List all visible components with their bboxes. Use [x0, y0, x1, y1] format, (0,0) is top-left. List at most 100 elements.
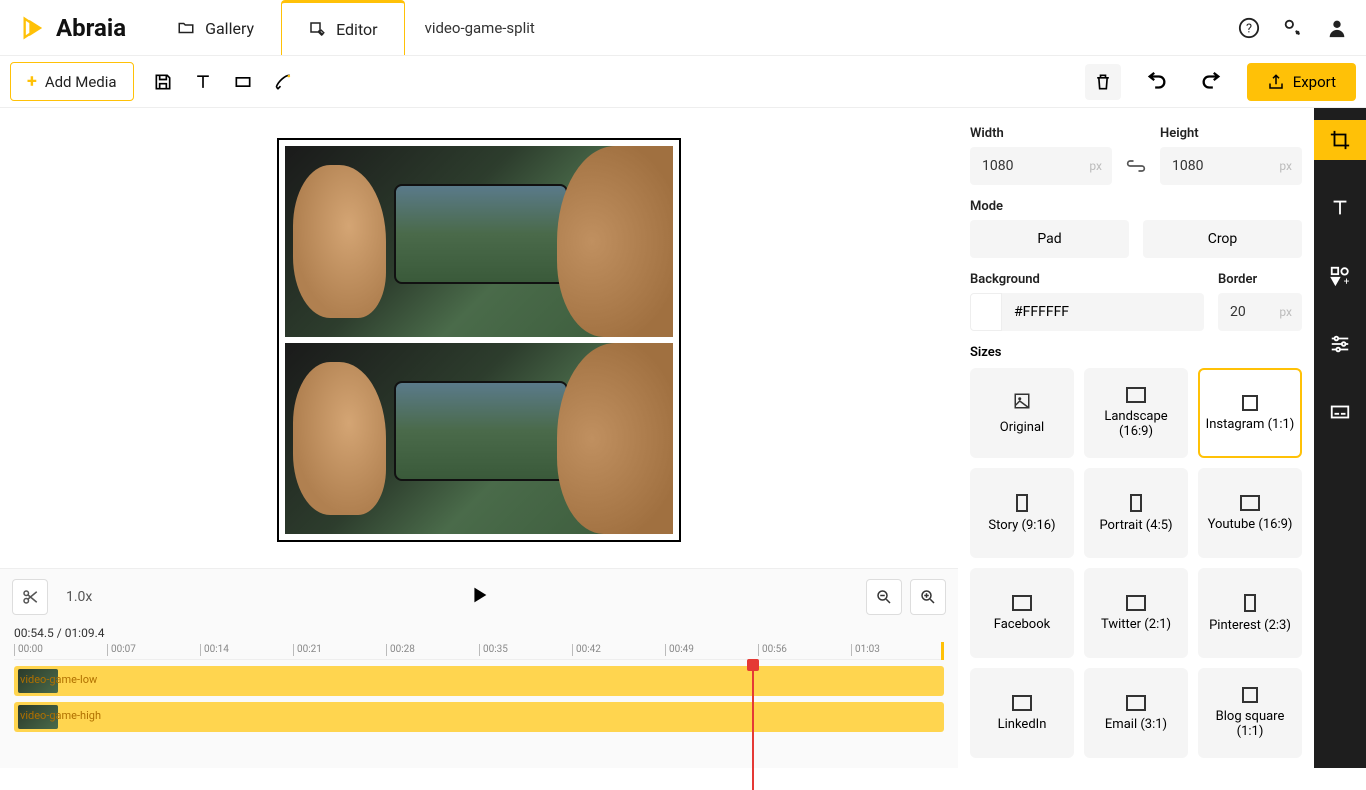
export-button[interactable]: Export	[1247, 63, 1356, 101]
background-input[interactable]	[1002, 293, 1204, 331]
size-shape-icon	[1126, 695, 1146, 711]
size-preset[interactable]: LinkedIn	[970, 668, 1074, 758]
size-shape-icon	[1130, 494, 1142, 512]
video-layer-bottom[interactable]	[285, 343, 673, 534]
redo-button[interactable]	[1193, 64, 1229, 100]
size-label: Pinterest (2:3)	[1209, 618, 1291, 633]
mode-crop-button[interactable]: Crop	[1143, 220, 1302, 258]
size-label: Instagram (1:1)	[1206, 417, 1295, 432]
sidebar-text[interactable]	[1314, 188, 1366, 228]
background-swatch[interactable]	[970, 293, 1002, 331]
folder-icon	[177, 19, 195, 37]
size-preset[interactable]: Youtube (16:9)	[1198, 468, 1302, 558]
size-label: Original	[1000, 420, 1044, 435]
width-unit: px	[1089, 147, 1102, 185]
play-button[interactable]	[468, 584, 490, 610]
size-label: Youtube (16:9)	[1208, 517, 1293, 532]
height-unit: px	[1279, 147, 1292, 185]
mode-pad-button[interactable]: Pad	[970, 220, 1129, 258]
svg-text:?: ?	[1246, 22, 1252, 37]
sidebar-captions[interactable]	[1314, 392, 1366, 432]
sidebar-shapes[interactable]: +	[1314, 256, 1366, 296]
export-label: Export	[1293, 73, 1336, 91]
size-preset[interactable]: Pinterest (2:3)	[1198, 568, 1302, 658]
timeline-tracks: video-game-low video-game-high	[0, 660, 958, 744]
size-preset[interactable]: Email (3:1)	[1084, 668, 1188, 758]
sizes-label: Sizes	[970, 345, 1302, 360]
video-layer-top[interactable]	[285, 146, 673, 337]
zoom-out-button[interactable]	[866, 579, 902, 615]
size-label: Portrait (4:5)	[1099, 518, 1172, 533]
size-preset[interactable]: Facebook	[970, 568, 1074, 658]
canvas-frame[interactable]	[277, 138, 681, 542]
add-media-label: Add Media	[45, 73, 117, 91]
tab-gallery[interactable]: Gallery	[150, 0, 281, 55]
size-shape-icon	[1013, 392, 1031, 414]
timeline-track[interactable]: video-game-high	[14, 702, 944, 732]
border-label: Border	[1218, 272, 1302, 287]
ruler-tick: 00:21	[293, 644, 322, 656]
toolbar-right: Export	[1085, 56, 1356, 108]
sidebar-crop[interactable]	[1314, 120, 1366, 160]
size-shape-icon	[1126, 387, 1146, 403]
size-label: Landscape (16:9)	[1090, 409, 1182, 439]
help-icon[interactable]: ?	[1238, 17, 1260, 39]
filename: video-game-split	[425, 19, 535, 37]
background-label: Background	[970, 272, 1204, 287]
track-label: video-game-low	[20, 673, 97, 686]
size-label: Blog square (1:1)	[1204, 709, 1296, 739]
playback-speed[interactable]: 1.0x	[66, 589, 92, 605]
size-preset[interactable]: Portrait (4:5)	[1084, 468, 1188, 558]
sidebar-adjust[interactable]	[1314, 324, 1366, 364]
size-label: LinkedIn	[998, 717, 1047, 732]
tool-sidebar: +	[1314, 108, 1366, 768]
size-label: Twitter (2:1)	[1101, 617, 1171, 632]
ruler-tick: 00:28	[386, 644, 415, 656]
canvas-column: 1.0x 00:54.5 / 01:09.4 00:0000:0700:1400…	[0, 108, 958, 768]
settings-icon[interactable]	[1282, 17, 1304, 39]
link-dimensions-icon[interactable]	[1126, 147, 1146, 185]
size-shape-icon	[1126, 595, 1146, 611]
main-tabs: Gallery Editor	[150, 0, 404, 55]
logo-icon	[20, 14, 48, 42]
cut-button[interactable]	[12, 579, 48, 615]
size-preset[interactable]: Landscape (16:9)	[1084, 368, 1188, 458]
delete-button[interactable]	[1085, 64, 1121, 100]
playhead[interactable]	[752, 660, 754, 790]
size-shape-icon	[1012, 595, 1032, 611]
size-shape-icon	[1016, 494, 1028, 512]
save-icon[interactable]	[152, 71, 174, 93]
size-label: Story (9:16)	[988, 518, 1055, 533]
svg-text:+: +	[1344, 276, 1350, 287]
ruler-end-marker	[941, 642, 944, 660]
text-tool-icon[interactable]	[192, 71, 214, 93]
tab-editor[interactable]: Editor	[281, 0, 404, 55]
size-preset[interactable]: Instagram (1:1)	[1198, 368, 1302, 458]
timeline: 1.0x 00:54.5 / 01:09.4 00:0000:0700:1400…	[0, 568, 958, 768]
brand-name: Abraia	[56, 14, 126, 42]
add-media-button[interactable]: + Add Media	[10, 62, 134, 101]
size-preset[interactable]: Blog square (1:1)	[1198, 668, 1302, 758]
mode-label: Mode	[970, 199, 1302, 214]
timeline-track[interactable]: video-game-low	[14, 666, 944, 696]
undo-button[interactable]	[1139, 64, 1175, 100]
sizes-grid: Original Landscape (16:9) Instagram (1:1) S…	[970, 368, 1302, 758]
user-icon[interactable]	[1326, 17, 1348, 39]
properties-panel: Width px Height px Mode Pad Crop Backgro…	[958, 108, 1314, 768]
shape-tool-icon[interactable]	[232, 71, 254, 93]
ruler-tick: 00:35	[479, 644, 508, 656]
ruler-tick: 00:56	[758, 644, 787, 656]
size-preset[interactable]: Twitter (2:1)	[1084, 568, 1188, 658]
ruler-tick: 00:49	[665, 644, 694, 656]
top-bar: Abraia Gallery Editor video-game-split ?	[0, 0, 1366, 56]
ruler-tick: 01:03	[851, 644, 880, 656]
size-shape-icon	[1244, 594, 1256, 612]
size-preset[interactable]: Original	[970, 368, 1074, 458]
zoom-in-button[interactable]	[910, 579, 946, 615]
brush-tool-icon[interactable]	[272, 71, 294, 93]
height-label: Height	[1160, 126, 1302, 141]
timeline-ruler[interactable]: 00:0000:0700:1400:2100:2800:3500:4200:49…	[14, 642, 944, 660]
size-preset[interactable]: Story (9:16)	[970, 468, 1074, 558]
logo[interactable]: Abraia	[20, 14, 126, 42]
size-shape-icon	[1012, 695, 1032, 711]
